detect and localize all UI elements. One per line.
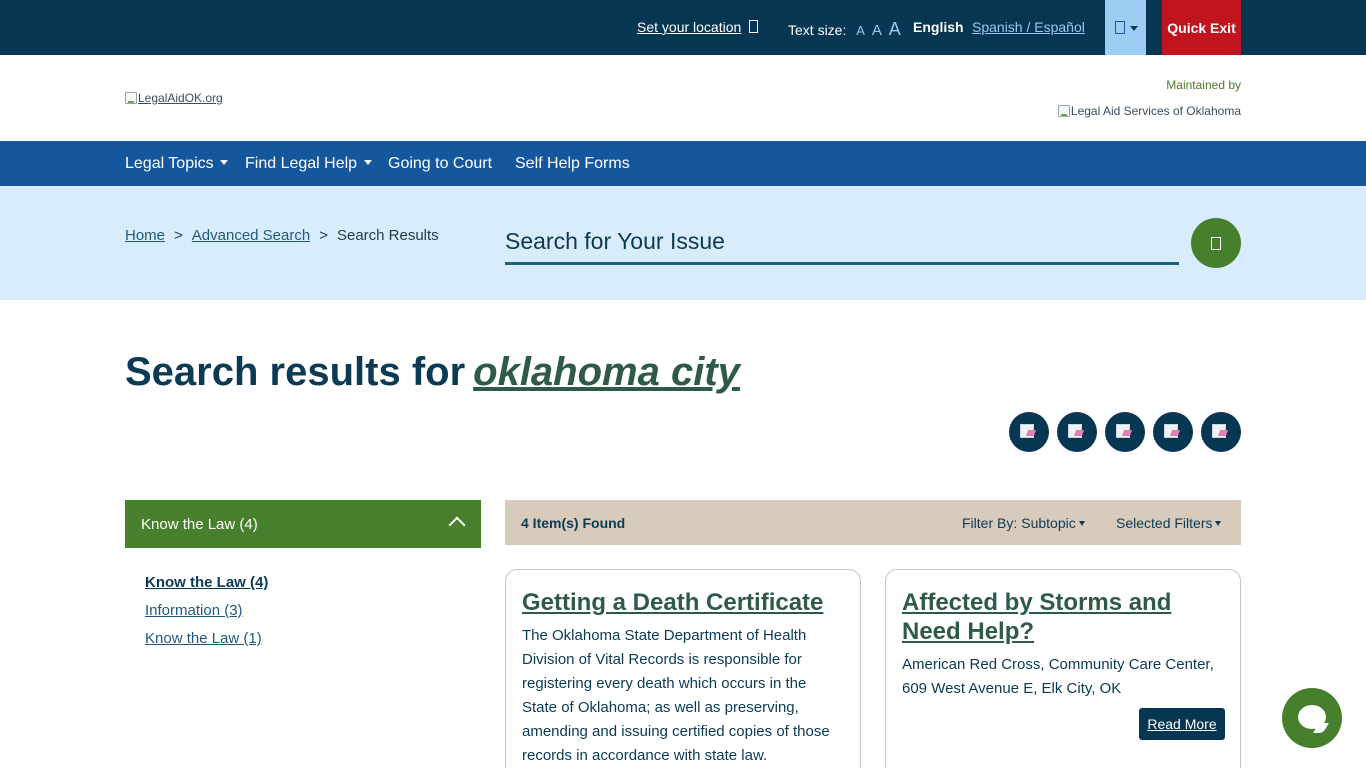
email-icon	[1116, 424, 1130, 438]
print-icon	[1164, 424, 1178, 438]
chevron-down-icon	[363, 160, 372, 165]
read-more-button[interactable]: Read More	[1139, 708, 1225, 740]
text-size-medium[interactable]: A	[872, 22, 882, 39]
nav-find-legal-help[interactable]: Find Legal Help	[245, 155, 372, 173]
facet-link[interactable]: Know the Law (1)	[145, 625, 268, 653]
facet-heading: Know the Law (4)	[141, 516, 258, 533]
chevron-down-icon	[1130, 26, 1138, 31]
share-print-button[interactable]	[1153, 412, 1193, 452]
chat-button[interactable]	[1282, 688, 1342, 748]
set-location-label: Set your location	[637, 19, 742, 35]
search-button[interactable]	[1191, 218, 1241, 268]
breadcrumb-advanced-search[interactable]: Advanced Search	[192, 227, 310, 244]
broken-image-icon	[125, 92, 137, 104]
chevron-down-icon	[220, 160, 229, 165]
nav-going-to-court[interactable]: Going to Court	[388, 155, 492, 173]
result-card-text: The Oklahoma State Department of Health …	[522, 627, 830, 764]
facet-link[interactable]: Information (3)	[145, 597, 268, 625]
search-query-link[interactable]: oklahoma city	[473, 350, 740, 394]
breadcrumb-separator: >	[174, 227, 183, 244]
breadcrumb-current: Search Results	[336, 227, 439, 244]
search-icon	[1211, 237, 1221, 250]
breadcrumb-separator: >	[319, 227, 328, 244]
language-spanish-link[interactable]: Spanish / Español	[972, 19, 1085, 35]
text-size-control: Text size: A A A	[788, 19, 901, 40]
page-title: Search results for oklahoma city	[125, 350, 740, 395]
twitter-icon	[1068, 424, 1082, 438]
set-location-link[interactable]: Set your location	[637, 19, 759, 35]
text-size-small[interactable]: A	[856, 23, 865, 38]
chevron-down-icon	[1215, 521, 1222, 526]
result-card-title[interactable]: Affected by Storms and Need Help?	[902, 588, 1222, 646]
result-card-title[interactable]: Getting a Death Certificate	[522, 588, 842, 617]
title-prefix: Search results for	[125, 350, 466, 394]
selected-filters-dropdown[interactable]: Selected Filters	[1116, 515, 1222, 531]
utility-bar: Set your location Text size: A A A Engli…	[0, 0, 1366, 55]
result-card: Affected by Storms and Need Help? Americ…	[885, 569, 1241, 768]
site-logo[interactable]: LegalAidOK.org	[125, 91, 223, 105]
nav-self-help-forms[interactable]: Self Help Forms	[515, 155, 630, 173]
filter-by-label: Filter By:	[962, 515, 1018, 531]
breadcrumb-home[interactable]: Home	[125, 227, 165, 244]
facet-accordion-header[interactable]: Know the Law (4)	[125, 500, 481, 548]
site-header: LegalAidOK.org Maintained by Legal Aid S…	[0, 55, 1366, 141]
chevron-down-icon	[1078, 521, 1085, 526]
search-band: Home > Advanced Search > Search Results Sear…	[0, 186, 1366, 300]
text-size-large[interactable]: A	[889, 19, 901, 39]
share-twitter-button[interactable]	[1057, 412, 1097, 452]
share-dropdown-button[interactable]	[1105, 0, 1146, 55]
partner-logo[interactable]: Legal Aid Services of Oklahoma	[1057, 104, 1241, 118]
search-input[interactable]: Search for Your Issue	[505, 222, 1179, 265]
nav-label: Legal Topics	[125, 155, 214, 172]
results-toolbar: 4 Item(s) Found Filter By: Subtopic Selec…	[505, 500, 1241, 545]
result-card: Getting a Death Certificate The Oklahoma…	[505, 569, 861, 768]
main-nav: Legal Topics Find Legal Help Going to Co…	[0, 141, 1366, 186]
chevron-up-icon	[448, 516, 466, 534]
facebook-icon	[1020, 424, 1034, 438]
nav-legal-topics[interactable]: Legal Topics	[125, 155, 229, 173]
partner-logo-alt: Legal Aid Services of Oklahoma	[1070, 104, 1241, 118]
share-facebook-button[interactable]	[1009, 412, 1049, 452]
share-email-button[interactable]	[1105, 412, 1145, 452]
broken-image-icon	[1057, 105, 1070, 117]
link-icon	[1212, 424, 1226, 438]
filter-by-value: Subtopic	[1021, 515, 1076, 531]
selected-filters-label: Selected Filters	[1116, 515, 1213, 531]
quick-exit-button[interactable]: Quick Exit	[1162, 0, 1241, 55]
location-icon	[749, 20, 759, 33]
result-card-text: American Red Cross, Community Care Cente…	[902, 656, 1214, 697]
filter-by-dropdown[interactable]: Filter By: Subtopic	[962, 515, 1085, 531]
maintained-by-label: Maintained by	[1166, 78, 1241, 92]
breadcrumb: Home > Advanced Search > Search Results	[125, 227, 439, 244]
language-current: English	[913, 19, 964, 35]
share-link-button[interactable]	[1201, 412, 1241, 452]
text-size-label: Text size:	[788, 22, 847, 38]
site-logo-alt: LegalAidOK.org	[138, 91, 223, 105]
share-icons	[1009, 412, 1241, 452]
results-count: 4 Item(s) Found	[521, 515, 626, 531]
facet-list: Know the Law (4) Information (3) Know th…	[145, 569, 268, 653]
nav-label: Find Legal Help	[245, 155, 358, 172]
share-icon	[1115, 21, 1125, 34]
facet-link[interactable]: Know the Law (4)	[145, 569, 268, 597]
